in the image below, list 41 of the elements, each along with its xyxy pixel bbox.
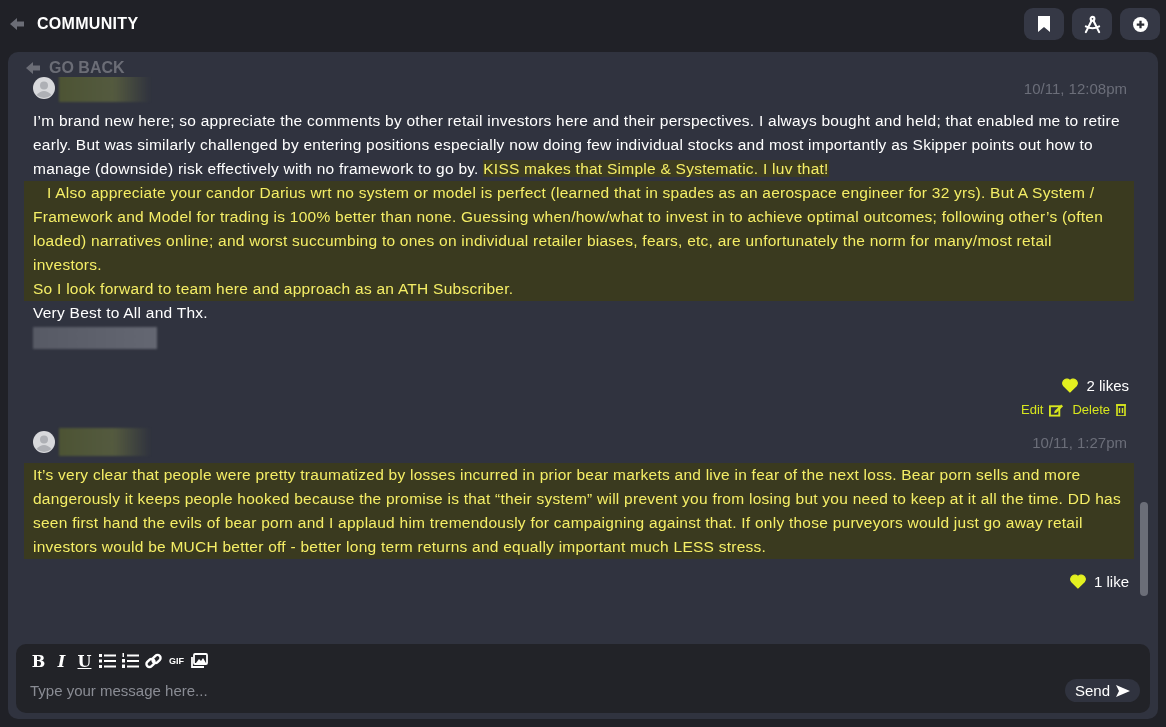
bold-button[interactable]: B [30,652,47,670]
bullet-list-button[interactable] [99,652,116,670]
edit-link[interactable]: Edit [1021,402,1065,417]
like-count: 2 likes [1086,377,1129,394]
post-timestamp: 10/11, 1:27pm [1032,433,1128,451]
list-icon [122,653,139,669]
page-title: COMMUNITY [37,15,139,33]
add-button[interactable] [1120,8,1160,40]
heart-icon[interactable] [1062,378,1079,393]
list-icon [99,653,116,669]
underline-button[interactable]: U [76,652,93,670]
trash-icon [1116,403,1126,416]
delete-link[interactable]: Delete [1072,402,1126,417]
image-button[interactable] [191,652,208,670]
post-timestamp: 10/11, 12:08pm [1023,79,1128,97]
message-text: It’s very clear that people were pretty traumatized by losses incurred in prior bear markets and live in fear of the next loss. Bear porn sells and more dangerously it keeps people hooked because the promise is that “their system” will prevent you from losing but you need to keep at it all the time. DD has seen first hand the evils of bear porn and I applaud him tremendously for campaigning against that. If only those purveyors would just go away retail investors would be MUCH better off - better long term returns and equally important much LESS stress. [33,465,1122,557]
avatar-icon [33,431,55,453]
message-text: I Also appreciate your candor Darius wrt no system or model is perfect (learned that in spades as an aerospace engineer for 32 yrs). But A System / Framework and Model for trading is 100% better than none. Guessing when/how/what to invest in to achieve optimal outcomes; following other’s (often loaded) narratives online; and worst succumbing to ones on individual retailer biases, fears, etc, are unfortunately the norm for many/most retail investors. [33,183,1105,275]
link-button[interactable] [145,652,162,670]
back-arrow-icon [26,62,40,74]
image-icon [191,653,208,669]
heart-icon[interactable] [1069,574,1086,589]
message-text: Very Best to All and Thx. [32,303,209,323]
add-icon [1132,16,1148,32]
message-text: So I look forward to team here and approach as an ATH Subscriber. [33,279,515,299]
send-button[interactable]: Send [1064,679,1140,702]
message-field[interactable]: B I U GIF Type your message here... Send [16,644,1150,713]
compass-button[interactable] [1072,8,1112,40]
compass-icon [1082,14,1102,34]
italic-button[interactable]: I [53,652,70,670]
numbered-list-button[interactable] [122,652,139,670]
edit-icon [1049,402,1065,417]
send-icon [1116,684,1130,697]
back-arrow-icon[interactable] [10,18,24,30]
message-text: I’m brand new here; so appreciate the comments by other retail investors here and their perspectives. I always bought and held; that enabled me to retire early. But was similarly challenged by entering positions especially now doing few individual stocks and most importantly as Skipper points out how to manage (downside) risk effectively with no framework to go by. KISS makes that Simple & Systematic. I luv that! [32,111,1121,179]
avatar-icon [33,77,55,99]
like-count: 1 like [1093,573,1129,590]
gif-button[interactable]: GIF [168,652,185,670]
bookmark-icon [1038,16,1050,32]
link-icon [145,653,162,669]
bookmark-button[interactable] [1024,8,1064,40]
